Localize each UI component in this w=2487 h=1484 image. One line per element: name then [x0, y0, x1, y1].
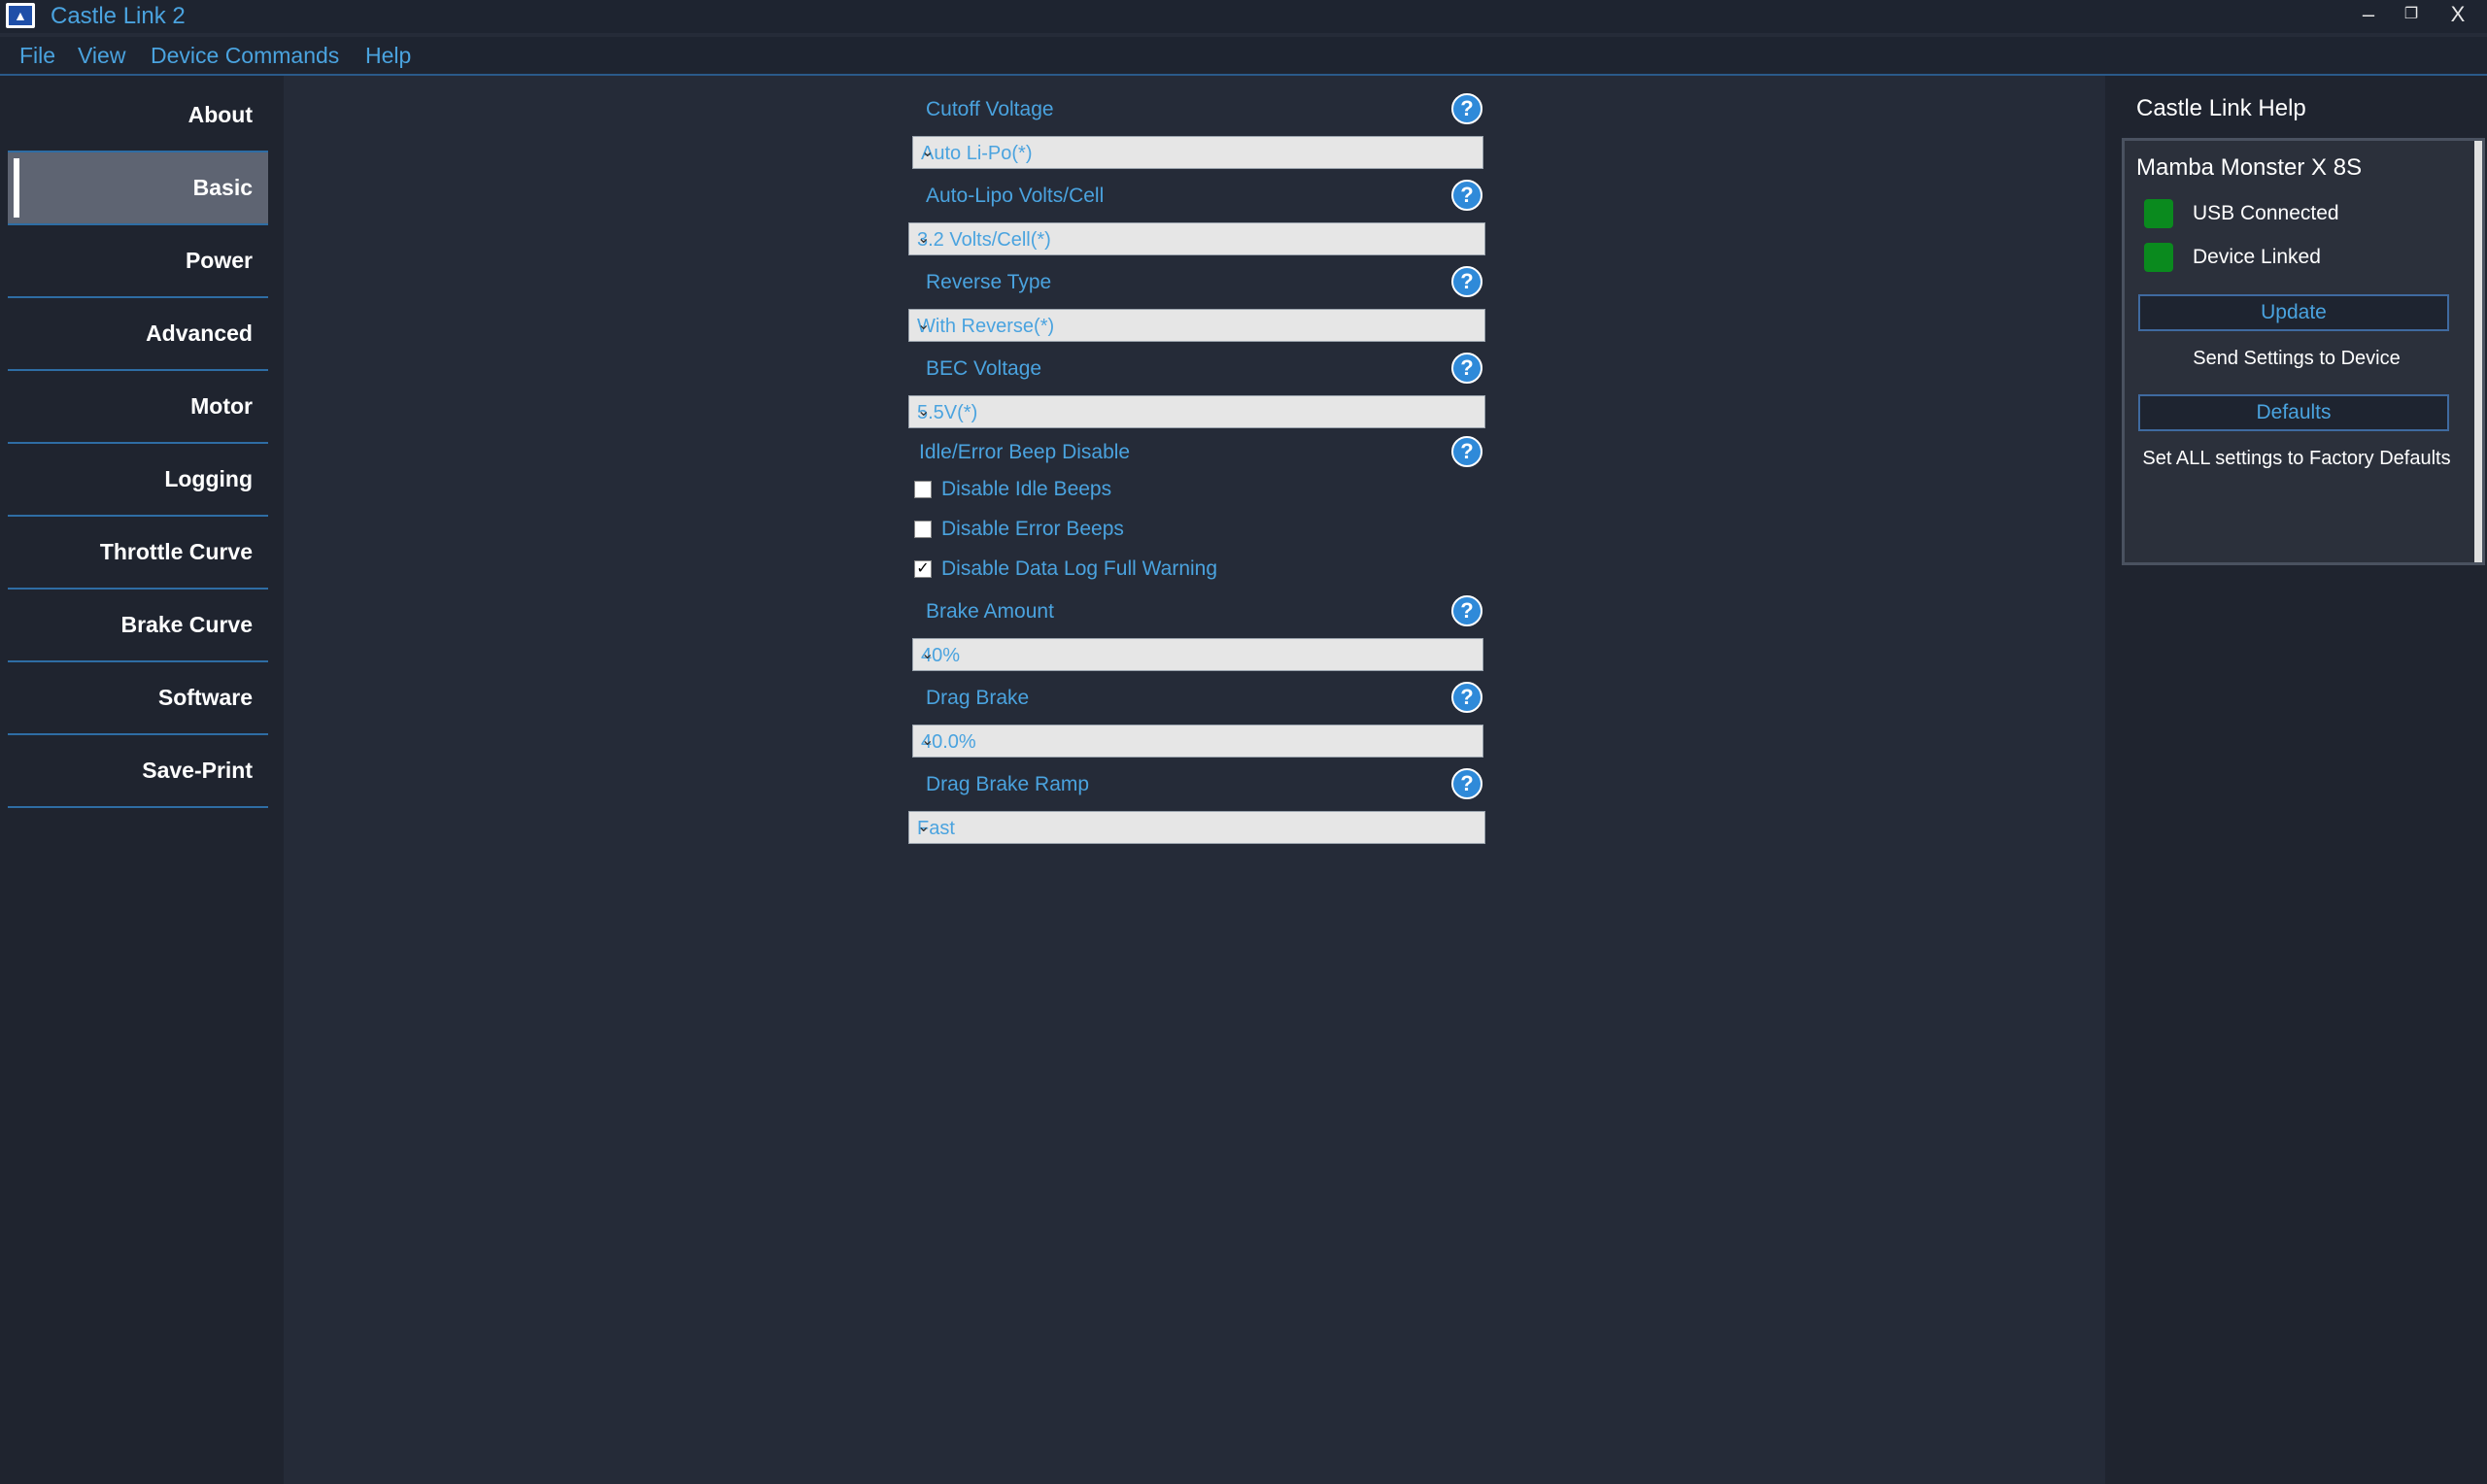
sidebar-item-software[interactable]: Software — [8, 662, 268, 735]
chevron-down-icon: ⌄ — [917, 819, 931, 835]
chevron-down-icon: ⌄ — [921, 732, 935, 749]
sidebar-item-label: Basic — [192, 175, 253, 200]
reverse-type-select[interactable]: With Reverse(*) ⌄ — [908, 309, 1485, 342]
update-caption: Send Settings to Device — [2193, 348, 2401, 369]
link-status-led — [2144, 243, 2173, 272]
drag-brake-select[interactable]: 40.0% ⌄ — [912, 725, 1483, 758]
sidebar-item-label: About — [187, 102, 253, 127]
chevron-down-icon: ⌄ — [921, 646, 935, 662]
sidebar-item-label: Advanced — [146, 320, 253, 346]
brake-amount-select[interactable]: 40% ⌄ — [912, 638, 1483, 671]
reverse-type-label: Reverse Type — [926, 271, 1052, 293]
sidebar-item-label: Brake Curve — [120, 612, 253, 637]
menu-device-commands[interactable]: Device Commands — [151, 37, 339, 74]
bec-voltage-label: BEC Voltage — [926, 357, 1042, 380]
disable-error-beeps-label: Disable Error Beeps — [941, 518, 1124, 540]
cutoff-voltage-help-icon[interactable]: ? — [1451, 93, 1482, 124]
disable-error-beeps-row[interactable]: Disable Error Beeps — [914, 517, 1303, 542]
brake-amount-help-icon[interactable]: ? — [1451, 595, 1482, 626]
device-name: Mamba Monster X 8S — [2136, 154, 2363, 181]
menu-bar: File View Device Commands Help — [0, 37, 2487, 76]
beep-disable-label: Idle/Error Beep Disable — [919, 441, 1131, 463]
reverse-type-help-icon[interactable]: ? — [1451, 266, 1482, 297]
menu-help[interactable]: Help — [365, 37, 411, 74]
disable-error-beeps-checkbox[interactable] — [914, 521, 932, 538]
sidebar-item-label: Motor — [190, 393, 253, 419]
close-button[interactable]: X — [2438, 0, 2477, 33]
brake-amount-label: Brake Amount — [926, 600, 1054, 623]
disable-idle-beeps-checkbox[interactable] — [914, 481, 932, 498]
restore-button[interactable]: ❐ — [2392, 0, 2431, 33]
sidebar-item-label: Software — [157, 685, 253, 710]
settings-panel: Cutoff Voltage ? Auto Li-Po(*) ⌄ Auto-Li… — [284, 76, 2105, 1484]
drag-brake-ramp-label: Drag Brake Ramp — [926, 773, 1090, 795]
drag-brake-ramp-help-icon[interactable]: ? — [1451, 768, 1482, 799]
drag-brake-help-icon[interactable]: ? — [1451, 682, 1482, 713]
bec-voltage-help-icon[interactable]: ? — [1451, 353, 1482, 384]
sidebar: About Basic Power Advanced Motor Logging… — [0, 76, 284, 1484]
sidebar-item-basic[interactable]: Basic — [8, 152, 268, 225]
chevron-down-icon: ⌄ — [917, 403, 931, 420]
chevron-down-icon: ⌄ — [917, 317, 931, 333]
auto-lipo-help-icon[interactable]: ? — [1451, 180, 1482, 211]
disable-idle-beeps-label: Disable Idle Beeps — [941, 478, 1112, 500]
sidebar-item-motor[interactable]: Motor — [8, 371, 268, 444]
sidebar-item-save-print[interactable]: Save-Print — [8, 735, 268, 808]
disable-log-warning-label: Disable Data Log Full Warning — [941, 557, 1218, 580]
drag-brake-label: Drag Brake — [926, 687, 1030, 709]
sidebar-item-brake-curve[interactable]: Brake Curve — [8, 590, 268, 662]
sidebar-item-label: Power — [185, 248, 253, 273]
sidebar-item-logging[interactable]: Logging — [8, 444, 268, 517]
sidebar-item-label: Throttle Curve — [99, 539, 253, 564]
sidebar-item-advanced[interactable]: Advanced — [8, 298, 268, 371]
link-status-text: Device Linked — [2193, 246, 2321, 268]
defaults-button[interactable]: Defaults — [2138, 394, 2449, 431]
menu-view[interactable]: View — [78, 37, 125, 74]
usb-status-text: USB Connected — [2193, 202, 2339, 224]
sidebar-item-about[interactable]: About — [8, 80, 268, 152]
sidebar-item-label: Logging — [164, 466, 253, 491]
bec-voltage-select[interactable]: 5.5V(*) ⌄ — [908, 395, 1485, 428]
chevron-down-icon: ⌄ — [917, 230, 931, 247]
help-panel: Castle Link Help Mamba Monster X 8S USB … — [2105, 76, 2487, 1484]
cutoff-voltage-select[interactable]: Auto Li-Po(*) ⌄ — [912, 136, 1483, 169]
auto-lipo-label: Auto-Lipo Volts/Cell — [926, 185, 1105, 207]
help-panel-title: Castle Link Help — [2136, 95, 2306, 121]
cutoff-voltage-label: Cutoff Voltage — [926, 98, 1054, 120]
device-status-box: Mamba Monster X 8S USB Connected Device … — [2122, 138, 2485, 565]
disable-idle-beeps-row[interactable]: Disable Idle Beeps — [914, 477, 1303, 502]
beep-disable-help-icon[interactable]: ? — [1451, 436, 1482, 467]
sidebar-item-label: Save-Print — [142, 758, 253, 783]
defaults-caption: Set ALL settings to Factory Defaults — [2142, 448, 2451, 469]
sidebar-item-power[interactable]: Power — [8, 225, 268, 298]
window-title: Castle Link 2 — [51, 3, 186, 29]
menu-file[interactable]: File — [19, 37, 55, 74]
minimize-button[interactable]: – — [2349, 0, 2388, 33]
disable-log-warning-row[interactable]: ✓ Disable Data Log Full Warning — [914, 556, 1303, 582]
drag-brake-ramp-select[interactable]: Fast ⌄ — [908, 811, 1485, 844]
app-logo-icon — [6, 3, 35, 28]
sidebar-item-throttle-curve[interactable]: Throttle Curve — [8, 517, 268, 590]
chevron-down-icon: ⌄ — [921, 144, 935, 160]
title-bar: Castle Link 2 – ❐ X — [0, 0, 2487, 33]
update-button[interactable]: Update — [2138, 294, 2449, 331]
disable-log-warning-checkbox[interactable]: ✓ — [914, 560, 932, 578]
usb-status-led — [2144, 199, 2173, 228]
auto-lipo-select[interactable]: 3.2 Volts/Cell(*) ⌄ — [908, 222, 1485, 255]
